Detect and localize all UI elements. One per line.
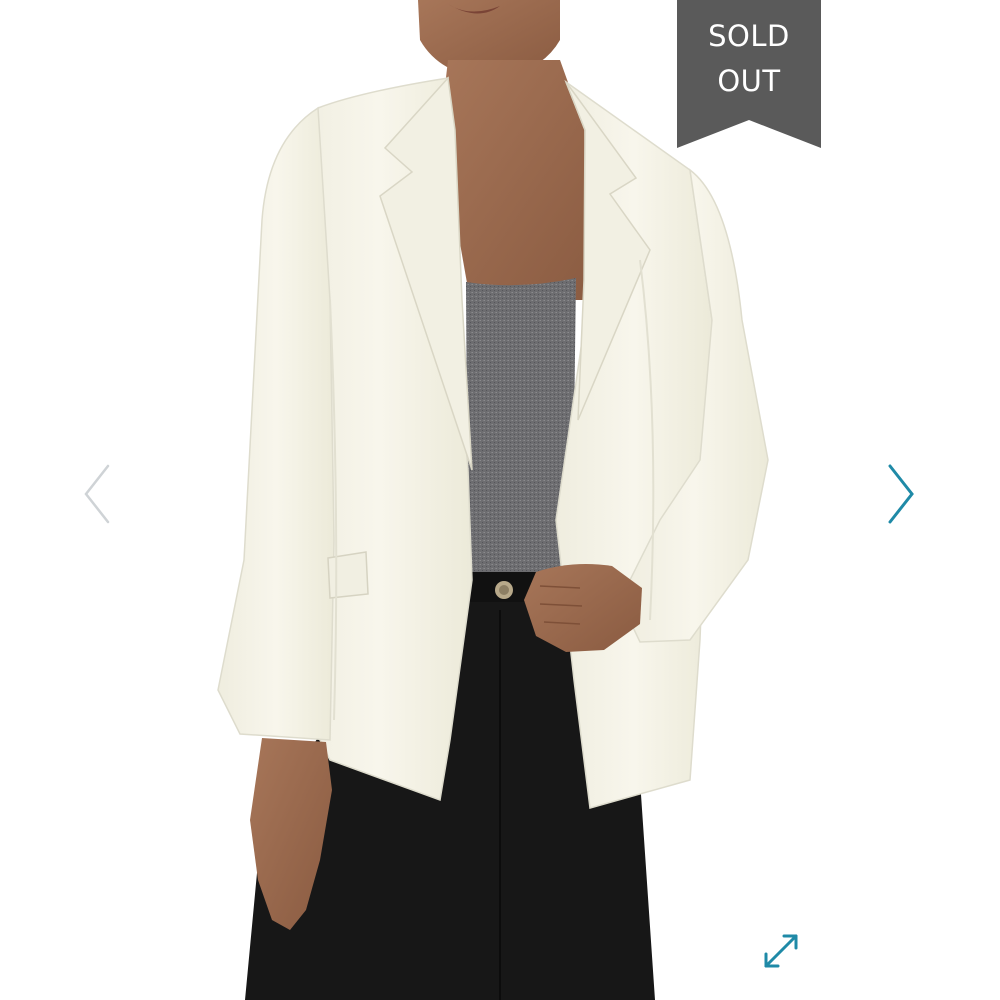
expand-image-button[interactable]	[756, 928, 806, 974]
expand-arrows-icon	[764, 934, 798, 968]
sold-out-badge: SOLD OUT	[677, 0, 821, 148]
chevron-left-icon	[84, 464, 110, 524]
previous-image-button[interactable]	[78, 460, 118, 530]
next-image-button[interactable]	[880, 460, 920, 530]
product-photo	[217, 0, 769, 1000]
sold-out-line-1: SOLD	[708, 19, 790, 53]
sold-out-line-2: OUT	[717, 64, 781, 98]
chevron-right-icon	[888, 464, 914, 524]
product-image-viewer: SOLD OUT	[0, 0, 1000, 1000]
